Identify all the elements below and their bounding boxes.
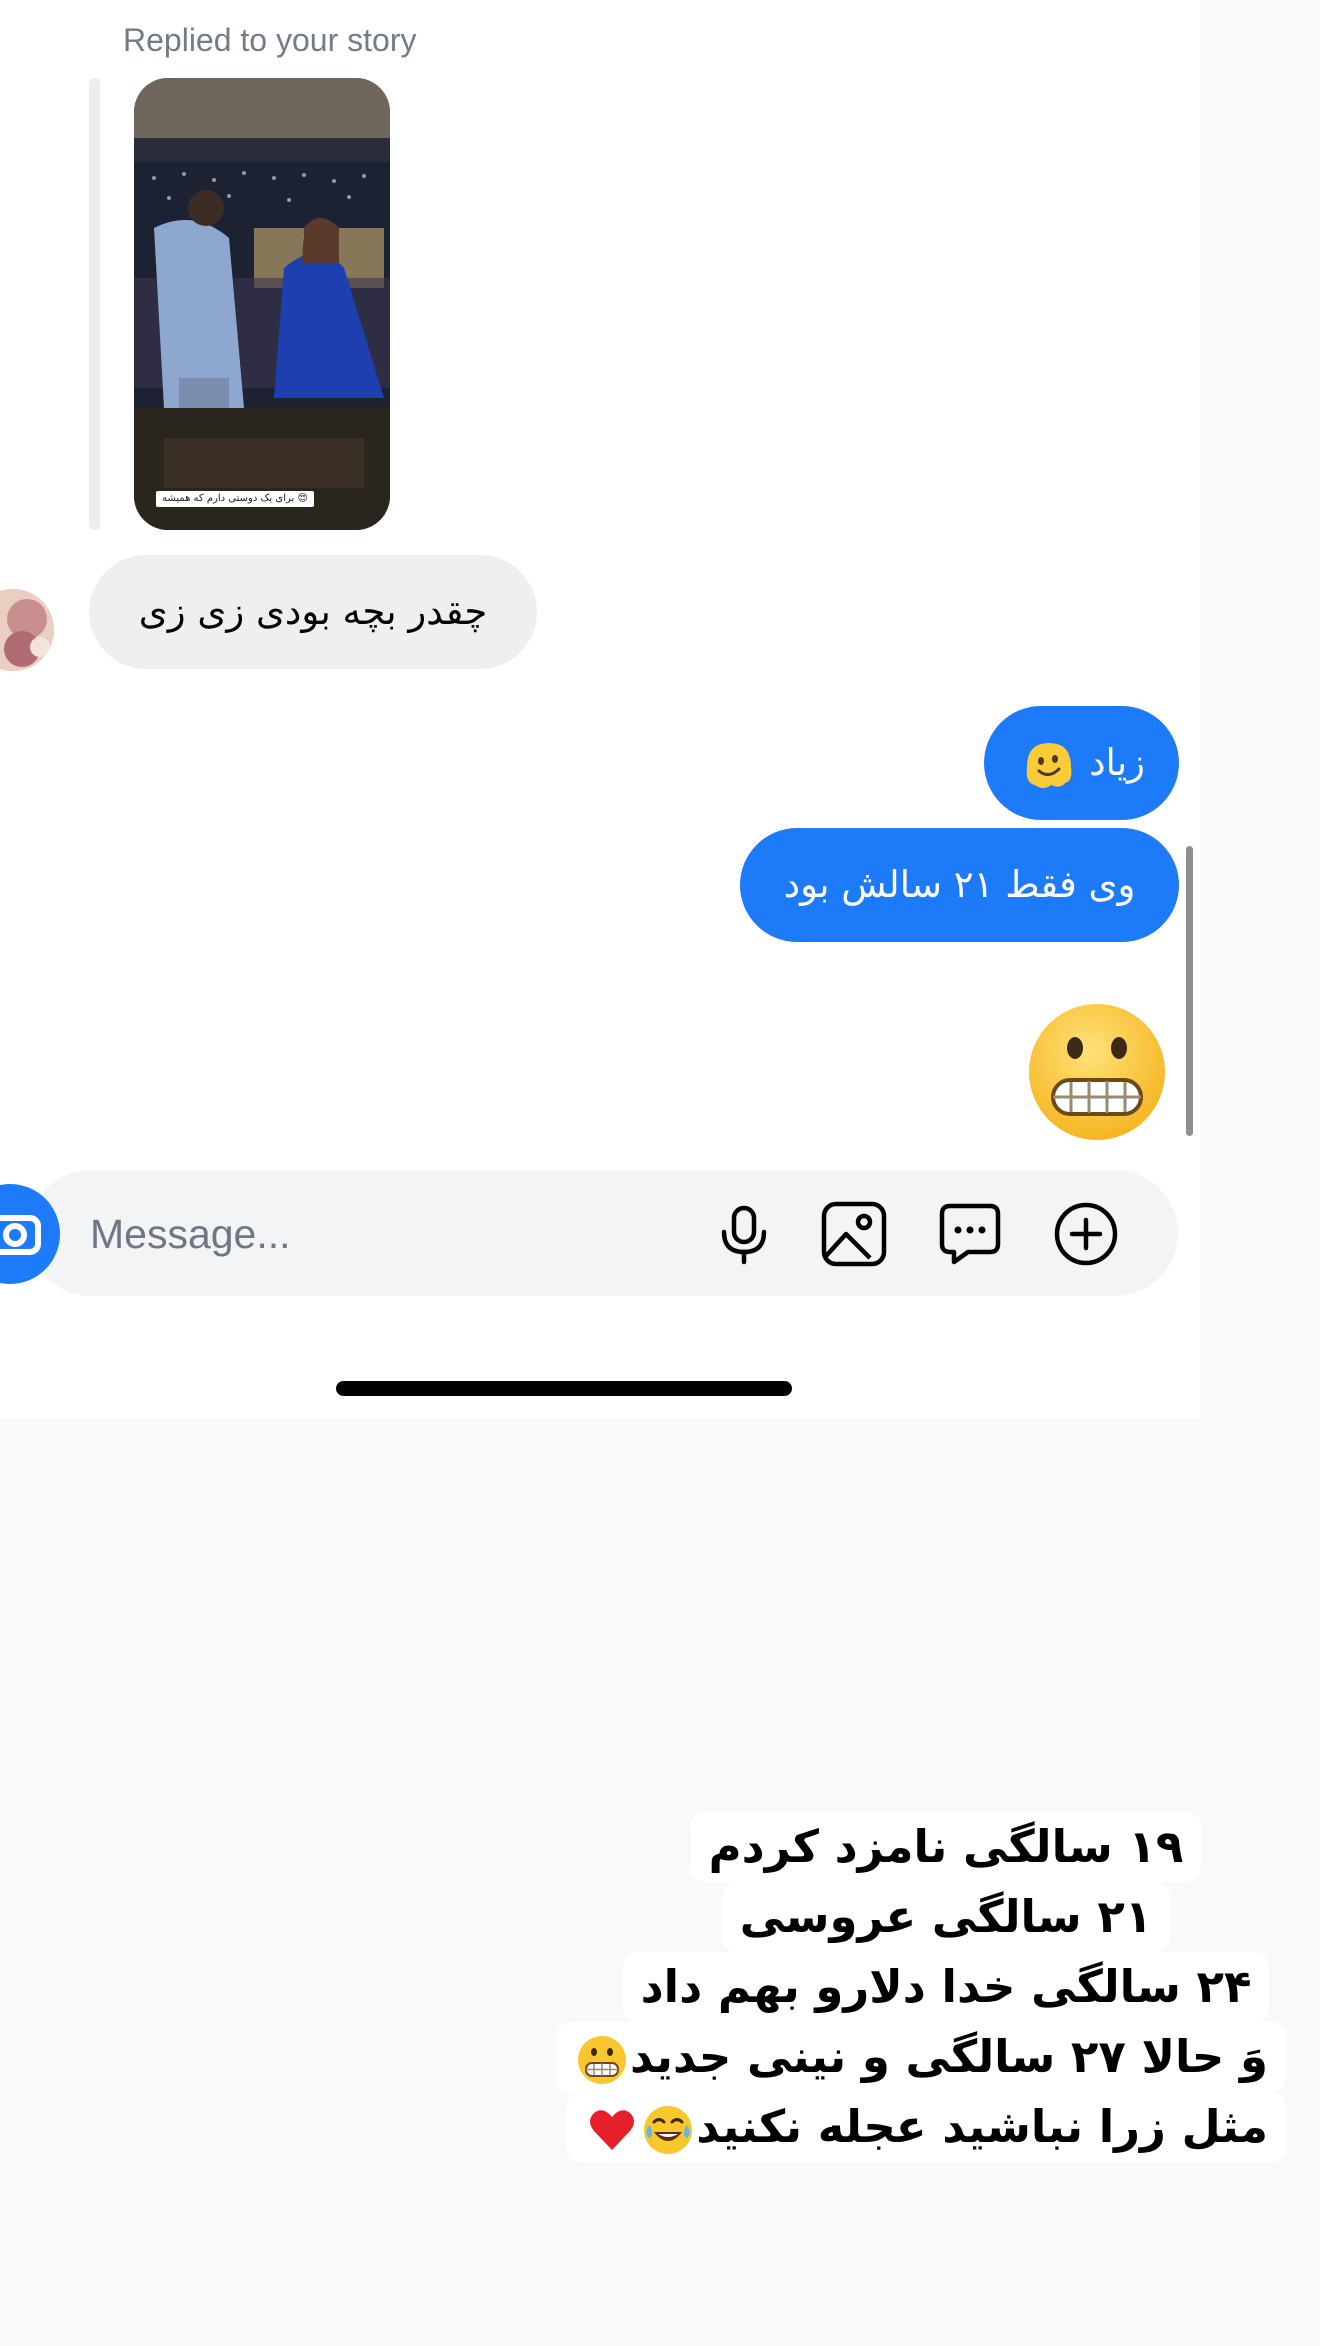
caption-line: مثل زرا نباشید عجله نکنید: [566, 2092, 1286, 2162]
caption-line-text: مثل زرا نباشید عجله نکنید: [696, 2100, 1268, 2153]
message-input[interactable]: [88, 1203, 652, 1265]
incoming-message-bubble[interactable]: چقدر بچه بودی زی زی: [89, 555, 537, 669]
caption-line: ۱۹ سالگی نامزد کردم: [690, 1812, 1202, 1882]
caption-line-text: وَ حالا ۲۷ سالگی و نینی جدید: [630, 2030, 1268, 2083]
tears-of-joy-emoji: [644, 2106, 693, 2154]
reply-quote-bar: [89, 78, 100, 530]
grimacing-face-emoji: [578, 2036, 627, 2084]
story-reply-thumbnail[interactable]: برای یک دوستی دارم که همیشه 😍: [134, 78, 390, 530]
outgoing-message-text: وی فقط ۲۱ سالش بود: [783, 863, 1136, 906]
plus-circle-icon[interactable]: [1052, 1200, 1120, 1268]
melting-face-emoji: [1026, 742, 1072, 788]
reply-context-label: Replied to your story: [123, 22, 417, 58]
story-photo: [134, 78, 390, 530]
grimacing-face-emoji[interactable]: [1027, 1002, 1167, 1142]
red-heart-emoji: [590, 2110, 635, 2150]
image-icon[interactable]: [820, 1200, 888, 1268]
sticker-chat-icon[interactable]: [936, 1200, 1004, 1268]
outgoing-message-text: زیاد: [1089, 741, 1145, 784]
caption-line: وَ حالا ۲۷ سالگی و نینی جدید: [556, 2022, 1286, 2092]
chat-thread: Replied to your story برای یک دوستی دارم…: [0, 0, 1200, 1418]
story-caption-overlay: ۱۹ سالگی نامزد کردم ۲۱ سالگی عروسی ۲۴ سا…: [556, 1812, 1286, 2162]
microphone-icon[interactable]: [710, 1200, 778, 1268]
incoming-message-text: چقدر بچه بودی زی زی: [138, 590, 488, 633]
sender-avatar[interactable]: [0, 589, 54, 671]
story-caption: برای یک دوستی دارم که همیشه 😍: [156, 491, 314, 507]
caption-line: ۲۴ سالگی خدا دلارو بهم داد: [622, 1952, 1270, 2022]
camera-button[interactable]: [0, 1184, 60, 1284]
scrollbar[interactable]: [1186, 846, 1193, 1136]
caption-line-text: ۲۱ سالگی عروسی: [739, 1890, 1153, 1943]
caption-line: ۲۱ سالگی عروسی: [721, 1882, 1171, 1952]
home-indicator[interactable]: [336, 1381, 792, 1396]
avatar-image: [0, 589, 54, 671]
outgoing-message-bubble[interactable]: زیاد: [984, 706, 1179, 820]
camera-icon: [0, 1215, 41, 1255]
caption-line-text: ۱۹ سالگی نامزد کردم: [708, 1820, 1184, 1873]
caption-line-text: ۲۴ سالگی خدا دلارو بهم داد: [640, 1960, 1252, 2013]
outgoing-message-bubble[interactable]: وی فقط ۲۱ سالش بود: [740, 828, 1179, 942]
